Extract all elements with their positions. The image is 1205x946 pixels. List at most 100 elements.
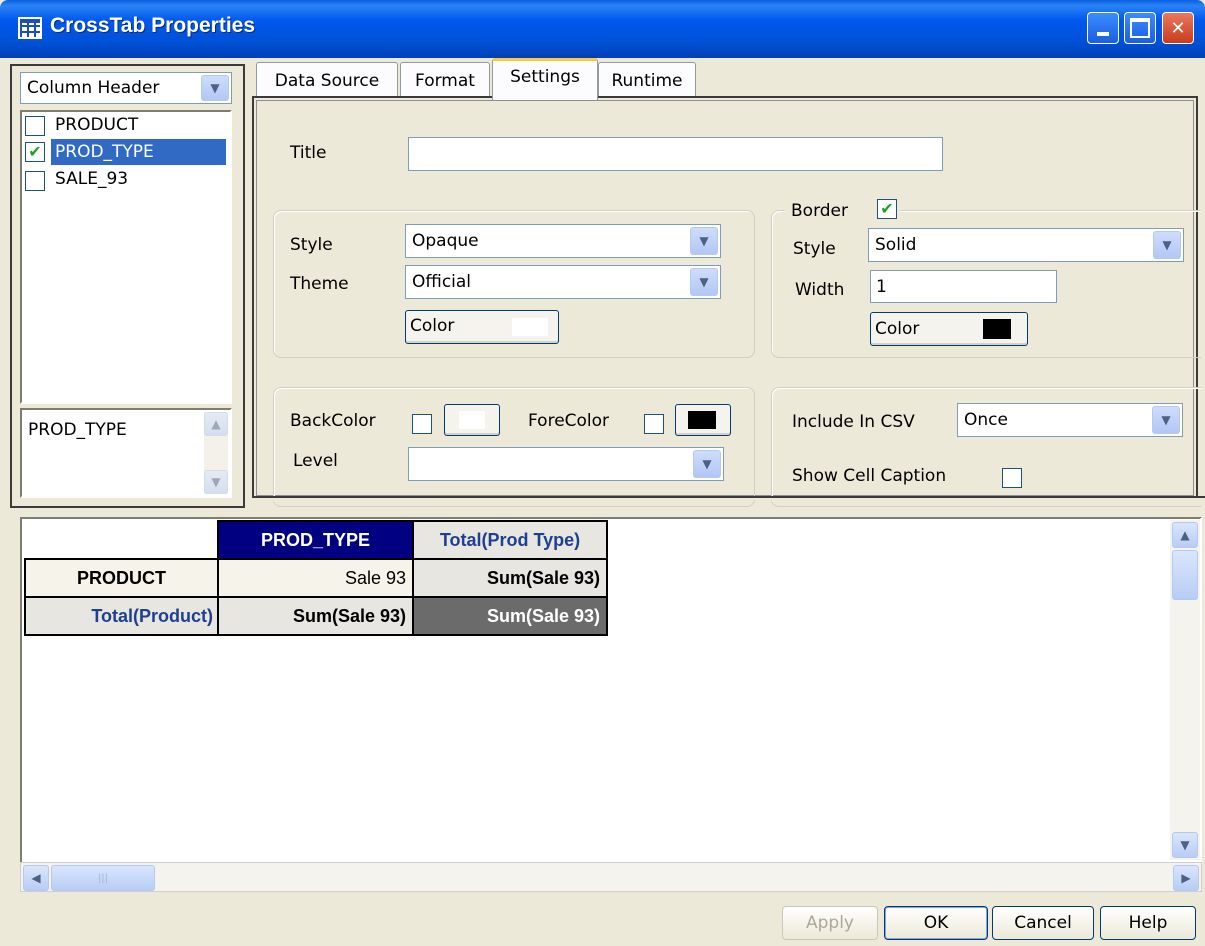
backcolor-button[interactable] [444, 404, 500, 436]
cell-text: Sum(Sale 93) [292, 605, 406, 626]
border-width-label: Width [795, 280, 845, 300]
cell-text: Total(Prod Type) [439, 529, 581, 550]
ok-button[interactable]: OK [884, 906, 988, 940]
cell-text: PROD_TYPE [260, 529, 371, 550]
vertical-scroll-thumb[interactable] [1172, 550, 1198, 600]
scroll-down-icon[interactable]: ▼ [204, 470, 228, 494]
maximize-icon [1130, 18, 1150, 38]
button-label: Apply [806, 913, 854, 933]
horizontal-scrollbar[interactable]: ◀ ||| ▶ [20, 862, 1202, 892]
chevron-down-icon[interactable]: ▼ [690, 268, 718, 296]
backcolor-checkbox[interactable] [412, 414, 432, 434]
border-label: Border [791, 201, 848, 221]
header-type-dropdown[interactable]: Column Header ▼ [20, 72, 232, 104]
show-caption-label: Show Cell Caption [792, 466, 947, 486]
column-total-cell[interactable]: Total(Prod Type) [412, 520, 608, 560]
color-swatch-white [512, 318, 548, 336]
tab-settings[interactable]: Settings [492, 58, 598, 100]
include-csv-dropdown[interactable]: Once ▼ [957, 403, 1183, 437]
field-checkbox[interactable]: ✔ [25, 142, 45, 162]
title-label: Title [290, 143, 327, 163]
column-sum-cell[interactable]: Sum(Sale 93) [217, 596, 414, 636]
level-label: Level [293, 451, 338, 471]
header-type-value: Column Header [27, 78, 160, 98]
maximize-button[interactable] [1124, 12, 1156, 44]
row-header-cell[interactable]: PRODUCT [24, 558, 219, 598]
field-label: PRODUCT [55, 115, 139, 135]
level-dropdown[interactable]: ▼ [408, 447, 724, 481]
forecolor-button[interactable] [675, 404, 731, 436]
scroll-up-icon[interactable]: ▲ [1172, 522, 1198, 548]
grand-total-cell[interactable]: Sum(Sale 93) [412, 596, 608, 636]
cell-text: Sale 93 [344, 567, 406, 588]
chevron-down-icon[interactable]: ▼ [693, 450, 721, 478]
color-button-label: Color [410, 316, 455, 336]
field-checkbox[interactable] [25, 171, 45, 191]
forecolor-label: ForeColor [528, 411, 610, 431]
tab-label: Data Source [274, 70, 380, 91]
cancel-button[interactable]: Cancel [992, 906, 1094, 940]
field-list: PRODUCT ✔ PROD_TYPE SALE_93 [20, 110, 232, 404]
cell-text: Sum(Sale 93) [486, 605, 600, 626]
close-icon: ✕ [1170, 17, 1186, 39]
close-button[interactable]: ✕ [1162, 12, 1194, 44]
style-value: Opaque [412, 231, 479, 251]
title-input[interactable] [408, 137, 943, 171]
field-checkbox[interactable] [25, 116, 45, 136]
show-caption-checkbox[interactable] [1002, 468, 1022, 488]
border-color-button[interactable]: Color [870, 312, 1028, 346]
tab-format[interactable]: Format [400, 62, 490, 98]
vertical-scrollbar[interactable]: ▲ ▼ [1170, 520, 1200, 860]
scroll-up-icon[interactable]: ▲ [204, 412, 228, 436]
cell-text: Total(Product) [91, 605, 213, 626]
forecolor-checkbox[interactable] [644, 414, 664, 434]
selected-field-box[interactable]: PROD_TYPE ▲ ▼ [20, 408, 232, 498]
cell-text: Sum(Sale 93) [486, 567, 600, 588]
apply-button[interactable]: Apply [782, 906, 878, 940]
scroll-right-icon[interactable]: ▶ [1173, 865, 1199, 891]
include-csv-label: Include In CSV [792, 412, 915, 432]
horizontal-scroll-thumb[interactable]: ||| [51, 865, 155, 891]
chevron-down-icon[interactable]: ▼ [1153, 231, 1181, 259]
list-item[interactable]: ✔ PROD_TYPE [25, 139, 226, 165]
border-style-value: Solid [875, 235, 917, 255]
window-title: CrossTab Properties [50, 14, 256, 37]
selected-field-text: PROD_TYPE [28, 420, 127, 440]
include-csv-value: Once [964, 410, 1008, 430]
scroll-down-icon[interactable]: ▼ [1172, 832, 1198, 858]
chevron-down-icon[interactable]: ▼ [690, 227, 718, 255]
minimize-button[interactable] [1087, 12, 1119, 44]
help-button[interactable]: Help [1100, 906, 1196, 940]
theme-label: Theme [290, 274, 349, 294]
list-item[interactable]: PRODUCT [25, 114, 225, 138]
border-width-input[interactable]: 1 [870, 270, 1057, 303]
field-label: SALE_93 [55, 169, 129, 189]
tab-runtime[interactable]: Runtime [598, 62, 696, 98]
color-button-label: Color [875, 319, 920, 339]
style-dropdown[interactable]: Opaque ▼ [405, 224, 721, 258]
vertical-scrollbar[interactable]: ▲ ▼ [204, 412, 228, 494]
button-label: Help [1128, 913, 1168, 933]
tab-label: Format [415, 70, 475, 91]
chevron-down-icon[interactable]: ▼ [1152, 406, 1180, 434]
value-cell[interactable]: Sale 93 [217, 558, 414, 598]
border-checkbox[interactable]: ✔ [877, 199, 897, 219]
settings-page-bottom-edge [252, 496, 1205, 500]
theme-color-button[interactable]: Color [405, 310, 559, 344]
tab-label: Settings [510, 66, 580, 87]
cell-text: PRODUCT [77, 567, 166, 588]
tab-data-source[interactable]: Data Source [256, 62, 398, 98]
tab-label: Runtime [611, 70, 683, 91]
theme-dropdown[interactable]: Official ▼ [405, 265, 721, 299]
field-label: PROD_TYPE [51, 139, 226, 165]
row-sum-cell[interactable]: Sum(Sale 93) [412, 558, 608, 598]
style-label: Style [290, 235, 333, 255]
scroll-left-icon[interactable]: ◀ [23, 865, 49, 891]
column-header-cell[interactable]: PROD_TYPE [217, 520, 414, 560]
button-label: Cancel [1014, 913, 1072, 933]
row-total-cell[interactable]: Total(Product) [24, 596, 219, 636]
theme-value: Official [412, 272, 472, 292]
chevron-down-icon[interactable]: ▼ [201, 75, 229, 101]
list-item[interactable]: SALE_93 [25, 167, 225, 191]
border-style-dropdown[interactable]: Solid ▼ [868, 228, 1184, 262]
